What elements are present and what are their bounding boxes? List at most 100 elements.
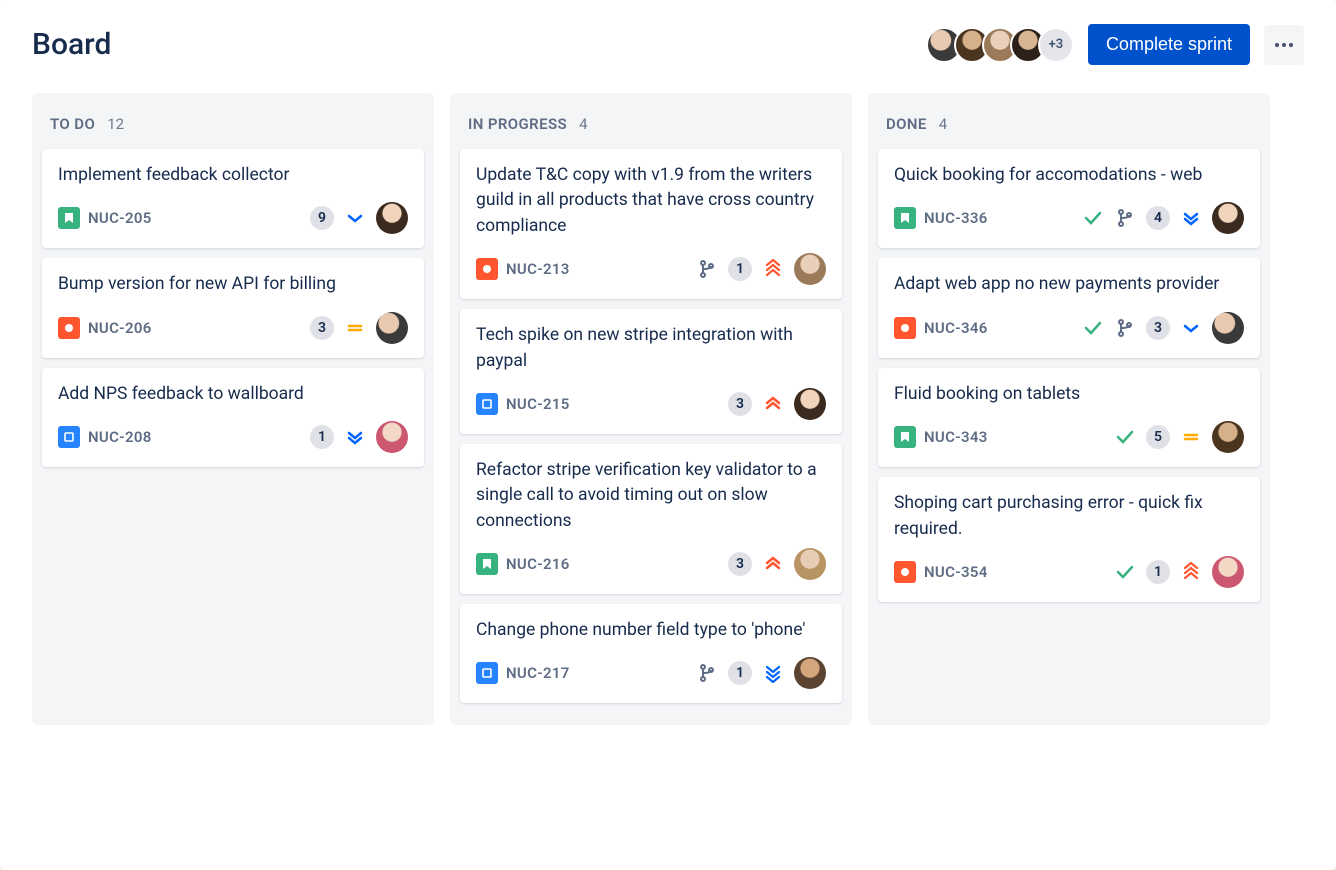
header: Board +3 Complete sprint: [32, 24, 1304, 65]
issue-card[interactable]: Fluid booking on tablets NUC-343 5: [878, 368, 1260, 467]
story-icon: [58, 207, 80, 229]
card-title: Adapt web app no new payments provider: [894, 272, 1244, 297]
assignee-avatar[interactable]: [794, 253, 826, 285]
done-check-icon: [1114, 426, 1136, 448]
issue-card[interactable]: Add NPS feedback to wallboard NUC-208 1: [42, 368, 424, 467]
assignee-avatar[interactable]: [376, 202, 408, 234]
column-done: DONE 4 Quick booking for accomodations -…: [868, 93, 1270, 725]
branch-icon: [1114, 207, 1136, 229]
story-points-badge: 1: [1146, 560, 1170, 584]
issue-card[interactable]: Change phone number field type to 'phone…: [460, 604, 842, 703]
issue-card[interactable]: Adapt web app no new payments provider N…: [878, 258, 1260, 357]
avatar-overflow[interactable]: +3: [1038, 27, 1074, 63]
issue-card[interactable]: Implement feedback collector NUC-205 9: [42, 149, 424, 248]
story-points-badge: 3: [1146, 316, 1170, 340]
bug-icon: [58, 317, 80, 339]
column-title: DONE: [886, 115, 927, 133]
priority-high-icon: [762, 553, 784, 575]
issue-key: NUC-343: [924, 428, 988, 446]
priority-low-icon: [1180, 317, 1202, 339]
issue-card[interactable]: Shoping cart purchasing error - quick fi…: [878, 477, 1260, 602]
priority-low-icon: [344, 207, 366, 229]
card-title: Bump version for new API for billing: [58, 272, 408, 297]
header-actions: +3 Complete sprint: [934, 24, 1304, 65]
priority-lowest-icon: [762, 662, 784, 684]
task-icon: [476, 662, 498, 684]
story-points-badge: 5: [1146, 425, 1170, 449]
issue-card[interactable]: Tech spike on new stripe integration wit…: [460, 309, 842, 434]
column-title: TO DO: [50, 115, 95, 133]
story-points-badge: 1: [310, 425, 334, 449]
issue-card[interactable]: Quick booking for accomodations - web NU…: [878, 149, 1260, 248]
issue-card[interactable]: Update T&C copy with v1.9 from the write…: [460, 149, 842, 299]
issue-card[interactable]: Bump version for new API for billing NUC…: [42, 258, 424, 357]
card-title: Tech spike on new stripe integration wit…: [476, 323, 826, 374]
issue-key: NUC-208: [88, 428, 152, 446]
issue-key: NUC-216: [506, 555, 570, 573]
card-meta-row: NUC-216 3: [476, 548, 826, 580]
column-count: 12: [107, 115, 124, 133]
issue-key: NUC-336: [924, 209, 988, 227]
column-header: IN PROGRESS 4: [460, 105, 842, 149]
bug-icon: [894, 561, 916, 583]
column-header: TO DO 12: [42, 105, 424, 149]
priority-low-icon: [1180, 207, 1202, 229]
complete-sprint-button[interactable]: Complete sprint: [1088, 24, 1250, 65]
story-points-badge: 1: [728, 257, 752, 281]
card-title: Implement feedback collector: [58, 163, 408, 188]
board-app: Board +3 Complete sprint TO: [0, 0, 1336, 870]
card-meta-row: NUC-217 1: [476, 657, 826, 689]
card-title: Shoping cart purchasing error - quick fi…: [894, 491, 1244, 542]
branch-icon: [696, 258, 718, 280]
story-points-badge: 3: [728, 552, 752, 576]
issue-key: NUC-217: [506, 664, 570, 682]
assignee-avatar[interactable]: [1212, 421, 1244, 453]
card-meta-row: NUC-343 5: [894, 421, 1244, 453]
branch-icon: [1114, 317, 1136, 339]
card-meta-row: NUC-336 4: [894, 202, 1244, 234]
card-title: Change phone number field type to 'phone…: [476, 618, 826, 643]
assignee-avatar[interactable]: [1212, 312, 1244, 344]
column-todo: TO DO 12 Implement feedback collector NU…: [32, 93, 434, 725]
priority-high-icon: [762, 393, 784, 415]
priority-highest-icon: [762, 258, 784, 280]
issue-key: NUC-346: [924, 319, 988, 337]
story-points-badge: 3: [728, 392, 752, 416]
priority-low-icon: [344, 426, 366, 448]
branch-icon: [696, 662, 718, 684]
story-points-badge: 1: [728, 661, 752, 685]
bug-icon: [894, 317, 916, 339]
issue-key: NUC-215: [506, 395, 570, 413]
card-title: Update T&C copy with v1.9 from the write…: [476, 163, 826, 239]
assignee-avatar[interactable]: [376, 312, 408, 344]
board-columns: TO DO 12 Implement feedback collector NU…: [32, 93, 1304, 725]
task-icon: [476, 393, 498, 415]
more-menu-button[interactable]: [1264, 25, 1304, 65]
card-meta-row: NUC-213 1: [476, 253, 826, 285]
bug-icon: [476, 258, 498, 280]
assignee-avatar[interactable]: [794, 548, 826, 580]
card-meta-row: NUC-215 3: [476, 388, 826, 420]
column-header: DONE 4: [878, 105, 1260, 149]
story-icon: [894, 426, 916, 448]
card-meta-row: NUC-346 3: [894, 312, 1244, 344]
assignee-avatar[interactable]: [794, 388, 826, 420]
assignee-avatar[interactable]: [1212, 556, 1244, 588]
card-title: Quick booking for accomodations - web: [894, 163, 1244, 188]
issue-key: NUC-205: [88, 209, 152, 227]
priority-medium-icon: [344, 317, 366, 339]
assignee-avatar[interactable]: [376, 421, 408, 453]
task-icon: [58, 426, 80, 448]
card-meta-row: NUC-206 3: [58, 312, 408, 344]
assignee-avatars[interactable]: +3: [934, 27, 1074, 63]
issue-key: NUC-206: [88, 319, 152, 337]
card-title: Fluid booking on tablets: [894, 382, 1244, 407]
priority-highest-icon: [1180, 561, 1202, 583]
card-meta-row: NUC-354 1: [894, 556, 1244, 588]
issue-card[interactable]: Refactor stripe verification key validat…: [460, 444, 842, 594]
assignee-avatar[interactable]: [1212, 202, 1244, 234]
column-count: 4: [939, 115, 947, 133]
more-horizontal-icon: [1272, 33, 1296, 57]
done-check-icon: [1114, 561, 1136, 583]
assignee-avatar[interactable]: [794, 657, 826, 689]
